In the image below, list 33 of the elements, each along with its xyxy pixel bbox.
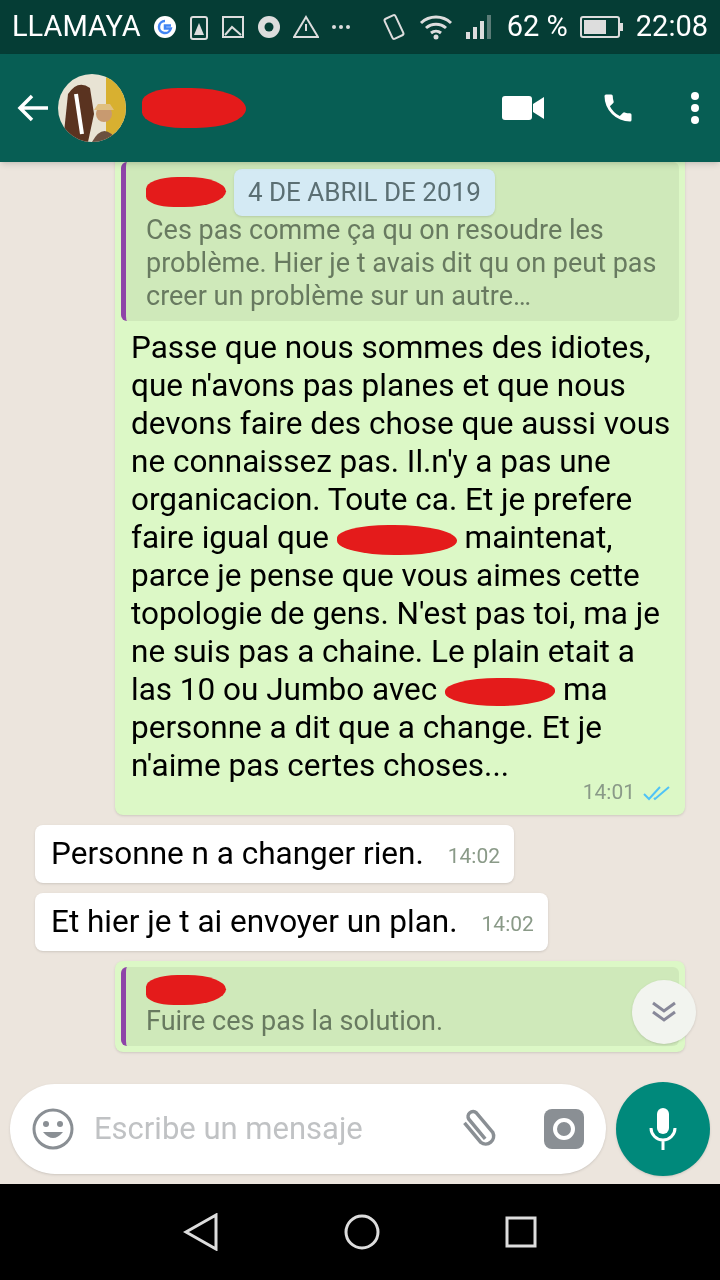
battery-alert-icon [188,14,209,40]
google-icon [152,15,177,39]
microphone-icon [648,1107,678,1151]
warning-icon [292,15,319,39]
message-text: Personne n a changer rien. [51,834,424,873]
message-time: 14:02 [447,843,501,870]
back-icon[interactable] [182,1213,219,1251]
quoted-text: Fuire ces pas la solution. [146,1004,444,1038]
quoted-text: Ces pas comme ça qu on resoudre les problème. Hier je t avais dit qu on peut pas creer un problème sur un autre… [146,214,658,313]
recents-icon[interactable] [505,1216,538,1248]
menu-icon[interactable] [690,91,700,125]
clock-time: 22:08 [635,8,708,46]
back-arrow-icon[interactable] [16,93,50,123]
message-input[interactable]: Escribe un mensaje [94,1105,448,1153]
message-field[interactable]: Escribe un mensaje [10,1084,606,1174]
battery-percent: 62 % [506,8,568,46]
vibrate-icon [380,13,407,41]
message-text: Et hier je t ai envoyer un plan. [51,902,458,941]
emoji-icon[interactable] [32,1108,74,1150]
image-icon [220,15,245,39]
message-time: 14:02 [481,911,534,938]
video-call-icon[interactable] [502,95,544,121]
carrier-name: LLAMAYA [12,8,141,46]
chrome-icon [256,15,281,39]
camera-icon[interactable] [544,1109,584,1149]
wifi-icon [418,14,453,40]
more-icon [330,24,351,30]
date-chip: 4 DE ABRIL DE 2019 [234,168,495,216]
quoted-message[interactable]: Fuire ces pas la solution. [121,966,679,1046]
battery-icon [579,15,624,39]
home-icon[interactable] [344,1214,380,1250]
quoted-message[interactable]: 4 DE ABRIL DE 2019 Ces pas comme ça qu on resoudre les problème. Hier je t avais dit qu on peut pas creer un problème sur un autre… [121,162,679,321]
double-chevron-icon [651,1001,677,1023]
